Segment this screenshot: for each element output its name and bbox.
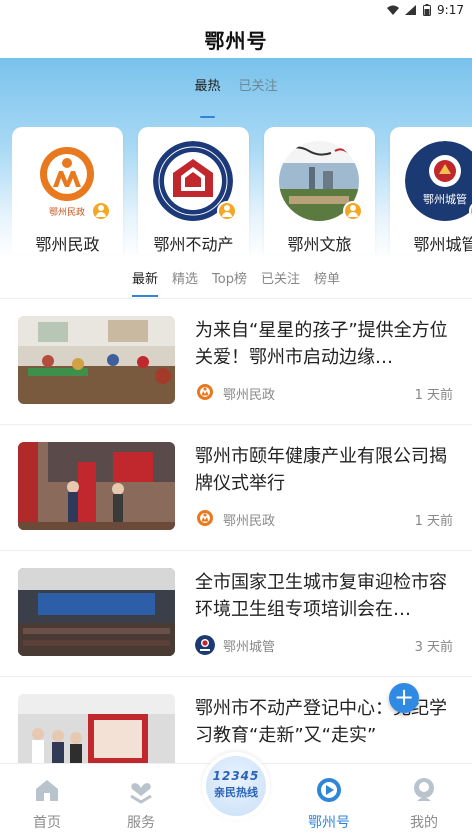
news-item[interactable]: 鄂州市颐年健康产业有限公司揭牌仪式举行 鄂州民政 1 天前 bbox=[0, 425, 472, 551]
civil-affairs-source-icon bbox=[195, 509, 215, 529]
civil-affairs-logo-text: 鄂州民政 bbox=[49, 206, 85, 218]
channel-icon bbox=[317, 778, 341, 802]
channel-name: 鄂州不动产 bbox=[153, 235, 234, 254]
news-source: 鄂州民政 bbox=[223, 514, 276, 529]
news-source: 鄂州民政 bbox=[223, 388, 276, 403]
tab-followed-feed[interactable]: 已关注 bbox=[261, 262, 300, 298]
follow-badge-icon bbox=[343, 201, 363, 221]
status-bar: 9:17 bbox=[0, 0, 472, 20]
follow-badge-icon bbox=[217, 201, 237, 221]
news-thumbnail bbox=[18, 442, 175, 530]
urban-management-source-icon bbox=[195, 635, 215, 655]
tab-ranking[interactable]: 榜单 bbox=[314, 262, 340, 298]
nav-channel-label: 鄂州号 bbox=[308, 815, 350, 831]
channel-card-urban-management[interactable]: 鄂州城管 鄂州城管 bbox=[390, 127, 472, 254]
news-source: 鄂州城管 bbox=[223, 640, 276, 655]
news-time: 1 天前 bbox=[414, 514, 453, 529]
profile-icon bbox=[414, 778, 434, 801]
battery-icon bbox=[423, 4, 432, 16]
wifi-icon bbox=[387, 5, 400, 15]
channel-card-civil-affairs[interactable]: 鄂州民政 鄂州民政 bbox=[12, 127, 123, 254]
nav-profile[interactable]: 我的 bbox=[389, 776, 459, 832]
channel-carousel[interactable]: 鄂州民政 鄂州民政 鄂州不动产 鄂州文旅 鄂州城管 鄂州城管 bbox=[12, 127, 472, 254]
nav-service-label: 服务 bbox=[127, 815, 155, 831]
app-bar: 鄂州号 bbox=[0, 20, 472, 58]
home-icon bbox=[36, 780, 58, 801]
channel-card-culture-tourism[interactable]: 鄂州文旅 bbox=[264, 127, 375, 254]
status-time: 9:17 bbox=[437, 3, 464, 17]
news-item[interactable]: 为来自“星星的孩子”提供全方位关爱！鄂州市启动边缘… 鄂州民政 1 天前 bbox=[0, 299, 472, 425]
tab-latest[interactable]: 最新 bbox=[131, 262, 159, 298]
tab-featured[interactable]: 精选 bbox=[172, 262, 198, 298]
hotline-button[interactable]: 12345 亲民热线 bbox=[202, 752, 270, 820]
nav-service[interactable]: 服务 bbox=[106, 776, 176, 832]
news-thumbnail bbox=[18, 316, 175, 404]
news-thumbnail bbox=[18, 568, 175, 656]
tab-followed[interactable]: 已关注 bbox=[239, 75, 278, 100]
news-time: 1 天前 bbox=[414, 388, 453, 403]
news-headline: 全市国家卫生城市复审迎检市容环境卫生组专项培训会在… bbox=[195, 572, 447, 620]
nav-channel[interactable]: 鄂州号 bbox=[294, 776, 364, 832]
nav-home-label: 首页 bbox=[33, 815, 61, 831]
channel-name: 鄂州城管 bbox=[413, 235, 472, 254]
news-headline: 为来自“星星的孩子”提供全方位关爱！鄂州市启动边缘… bbox=[195, 320, 448, 368]
channel-card-real-estate[interactable]: 鄂州不动产 bbox=[138, 127, 249, 254]
signal-icon bbox=[405, 5, 417, 15]
nav-profile-label: 我的 bbox=[410, 815, 438, 831]
urban-management-logo: 鄂州城管 bbox=[405, 141, 472, 221]
hotline-number: 12345 bbox=[212, 769, 260, 783]
news-headline: 鄂州市颐年健康产业有限公司揭牌仪式举行 bbox=[195, 446, 447, 494]
hotline-badge: 12345 亲民热线 bbox=[206, 756, 266, 816]
service-heart-icon bbox=[130, 783, 152, 804]
tab-top[interactable]: Top榜 bbox=[212, 262, 247, 298]
news-time: 3 天前 bbox=[414, 640, 453, 655]
urban-management-logo-text: 鄂州城管 bbox=[423, 192, 467, 206]
hotline-text: 亲民热线 bbox=[214, 786, 258, 799]
sub-tabs: 最新 精选 Top榜 已关注 榜单 bbox=[0, 262, 472, 298]
news-item[interactable]: 全市国家卫生城市复审迎检市容环境卫生组专项培训会在… 鄂州城管 3 天前 bbox=[0, 551, 472, 677]
nav-home[interactable]: 首页 bbox=[12, 776, 82, 832]
add-button[interactable]: + bbox=[389, 683, 419, 713]
channel-name: 鄂州民政 bbox=[35, 235, 100, 254]
page-title: 鄂州号 bbox=[204, 28, 268, 53]
follow-badge-icon bbox=[91, 201, 111, 221]
tab-hottest[interactable]: 最热 bbox=[194, 75, 221, 118]
civil-affairs-source-icon bbox=[195, 383, 215, 403]
channel-name: 鄂州文旅 bbox=[287, 235, 352, 254]
top-tabs: 最热 已关注 bbox=[0, 75, 472, 118]
